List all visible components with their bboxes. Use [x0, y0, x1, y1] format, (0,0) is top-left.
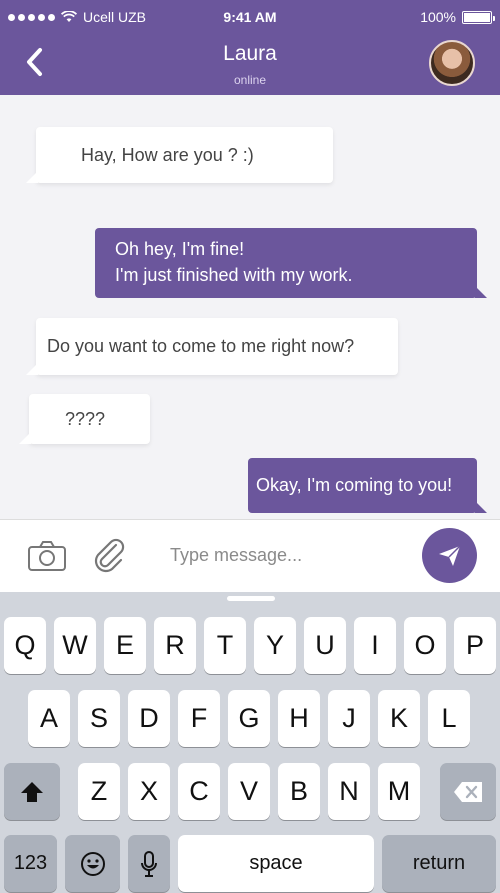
key-h[interactable]: H: [278, 690, 320, 747]
key-c[interactable]: C: [178, 763, 220, 820]
key-f[interactable]: F: [178, 690, 220, 747]
key-p[interactable]: P: [454, 617, 496, 674]
battery-icon: [462, 10, 495, 24]
key-w[interactable]: W: [54, 617, 96, 674]
numbers-key[interactable]: 123: [4, 835, 57, 892]
emoji-icon: [80, 851, 105, 876]
paperclip-icon: [94, 538, 125, 573]
key-n[interactable]: N: [328, 763, 370, 820]
dictation-key[interactable]: [128, 835, 170, 892]
key-v[interactable]: V: [228, 763, 270, 820]
key-s[interactable]: S: [78, 690, 120, 747]
return-key[interactable]: return: [382, 835, 496, 892]
key-r[interactable]: R: [154, 617, 196, 674]
keyboard: Q W E R T Y U I O P A S D F G H J K L Z …: [0, 592, 500, 893]
key-q[interactable]: Q: [4, 617, 46, 674]
space-key[interactable]: space: [178, 835, 374, 892]
incoming-message: Hay, How are you ? :): [26, 127, 333, 183]
key-j[interactable]: J: [328, 690, 370, 747]
outgoing-message: Oh hey, I'm fine! I'm just finished with…: [95, 228, 487, 298]
key-u[interactable]: U: [304, 617, 346, 674]
emoji-key[interactable]: [65, 835, 120, 892]
key-e[interactable]: E: [104, 617, 146, 674]
chat-header: Ucell UZB 9:41 AM 100% Laura online: [0, 0, 500, 95]
contact-status: online: [233, 73, 267, 87]
key-x[interactable]: X: [128, 763, 170, 820]
message-composer: [0, 519, 500, 592]
incoming-message: ????: [19, 394, 150, 444]
status-bar: Ucell UZB 9:41 AM 100%: [0, 0, 500, 34]
outgoing-message: Okay, I'm coming to you!: [248, 458, 487, 513]
keyboard-handle[interactable]: [227, 596, 275, 601]
shift-key[interactable]: [4, 763, 60, 820]
microphone-icon: [141, 850, 157, 877]
key-m[interactable]: M: [378, 763, 420, 820]
contact-avatar[interactable]: [429, 40, 475, 86]
backspace-key[interactable]: [440, 763, 496, 820]
key-l[interactable]: L: [428, 690, 470, 747]
incoming-message: Do you want to come to me right now?: [26, 318, 398, 375]
message-list[interactable]: Hay, How are you ? :) Oh hey, I'm fine! …: [0, 95, 500, 519]
key-d[interactable]: D: [128, 690, 170, 747]
shift-icon: [21, 781, 43, 802]
backspace-icon: [454, 781, 482, 802]
send-button[interactable]: [422, 528, 477, 583]
attach-button[interactable]: [92, 538, 126, 579]
key-o[interactable]: O: [404, 617, 446, 674]
key-z[interactable]: Z: [78, 763, 120, 820]
contact-name: Laura: [223, 42, 277, 65]
key-g[interactable]: G: [228, 690, 270, 747]
send-icon: [439, 545, 461, 566]
key-b[interactable]: B: [278, 763, 320, 820]
key-t[interactable]: T: [204, 617, 246, 674]
key-i[interactable]: I: [354, 617, 396, 674]
camera-icon: [28, 541, 66, 571]
key-k[interactable]: K: [378, 690, 420, 747]
key-y[interactable]: Y: [254, 617, 296, 674]
message-input[interactable]: [160, 538, 410, 572]
battery-percent: 100%: [420, 9, 456, 25]
key-a[interactable]: A: [28, 690, 70, 747]
camera-button[interactable]: [27, 540, 67, 577]
